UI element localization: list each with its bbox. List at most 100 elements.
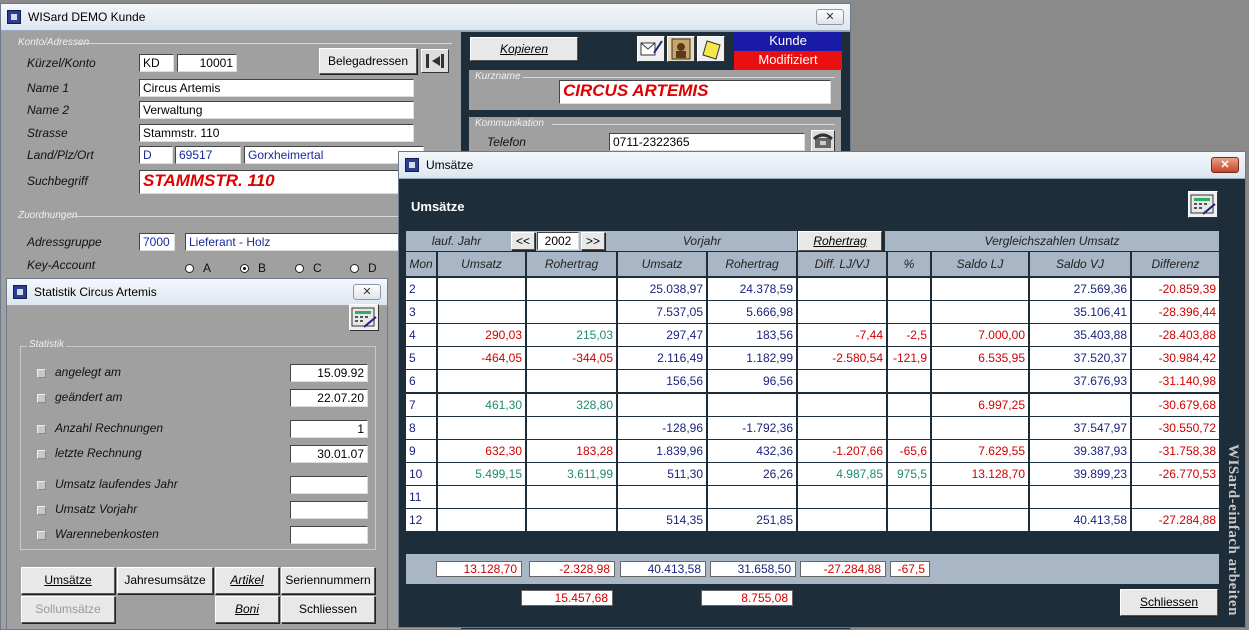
stat-row-checkbox[interactable] bbox=[37, 394, 46, 403]
grid-cell: 328,80 bbox=[527, 393, 616, 416]
seriennummern-button[interactable]: Seriennummern bbox=[281, 567, 375, 594]
column-header: Saldo LJ bbox=[932, 252, 1028, 276]
belegadressen-button[interactable]: Belegadressen bbox=[319, 48, 417, 74]
main-close-button[interactable]: ✕ bbox=[816, 9, 844, 25]
arrow-transfer-icon[interactable] bbox=[421, 49, 449, 73]
grid-cell: 3.611,99 bbox=[527, 462, 616, 485]
konto-field[interactable]: 10001 bbox=[177, 54, 237, 72]
stat-row-value[interactable] bbox=[290, 526, 368, 544]
kuerzel-field[interactable]: KD bbox=[139, 54, 174, 72]
grid-cell: 215,03 bbox=[527, 324, 616, 347]
stat-schliessen-button[interactable]: Schliessen bbox=[281, 596, 375, 623]
stat-row-checkbox[interactable] bbox=[37, 506, 46, 515]
grid-cell: 35.403,88 bbox=[1030, 324, 1130, 347]
kurzname-field[interactable]: CIRCUS ARTEMIS bbox=[559, 80, 831, 104]
umsatz-window: Umsätze ✕ Umsätze lauf. Jahr << 2002 >> … bbox=[398, 151, 1246, 628]
key-account-radio-a[interactable] bbox=[185, 264, 194, 273]
land-field[interactable]: D bbox=[139, 146, 173, 164]
calculator-icon[interactable] bbox=[349, 304, 379, 331]
grid-cell bbox=[932, 509, 1028, 531]
land-label: Land/Plz/Ort bbox=[27, 148, 94, 162]
column-header: Diff. LJ/VJ bbox=[798, 252, 886, 276]
stat-row-checkbox[interactable] bbox=[37, 369, 46, 378]
next-year-button[interactable]: >> bbox=[581, 232, 605, 250]
main-titlebar[interactable]: WISard DEMO Kunde ✕ bbox=[1, 4, 850, 31]
jahresumsaetze-button[interactable]: Jahresumsätze bbox=[117, 567, 213, 594]
prev-year-button[interactable]: << bbox=[511, 232, 535, 250]
stat-titlebar[interactable]: Statistik Circus Artemis ✕ bbox=[7, 279, 387, 306]
stat-row-checkbox[interactable] bbox=[37, 481, 46, 490]
column-header: Umsatz bbox=[618, 252, 706, 276]
grid-cell bbox=[1132, 485, 1219, 508]
rohertrag-btn-label: Rohertrag bbox=[813, 234, 867, 248]
umsaetze-button[interactable]: Umsätze bbox=[21, 567, 115, 594]
grid-cell bbox=[618, 485, 706, 508]
ort-field[interactable]: Gorxheimertal bbox=[244, 146, 424, 164]
umsatz-schliessen-button[interactable]: Schliessen bbox=[1120, 589, 1218, 616]
umsatz-calculator-icon[interactable] bbox=[1188, 191, 1218, 218]
note-icon[interactable] bbox=[697, 36, 725, 62]
grid-cell: 96,56 bbox=[708, 370, 796, 393]
grid-cell: 1.839,96 bbox=[618, 439, 706, 462]
sollumsaetze-label: Sollumsätze bbox=[35, 602, 101, 616]
stat-row-value[interactable] bbox=[290, 476, 368, 494]
grid-cell bbox=[798, 370, 886, 393]
grid-cell: -31.140,98 bbox=[1132, 370, 1219, 393]
grid-cell: 24.378,59 bbox=[708, 278, 796, 300]
grid-cell: 5.499,15 bbox=[438, 462, 525, 485]
rohertrag-button[interactable]: Rohertrag bbox=[798, 231, 882, 251]
grid-cell bbox=[888, 416, 930, 439]
stat-row-label: geändert am bbox=[55, 390, 123, 404]
stat-row-value[interactable]: 15.09.92 bbox=[290, 364, 368, 382]
key-account-option-c: C bbox=[313, 261, 322, 275]
stat-row-value[interactable] bbox=[290, 501, 368, 519]
stat-row-checkbox[interactable] bbox=[37, 425, 46, 434]
stat-close-button[interactable]: ✕ bbox=[353, 284, 381, 300]
stat-section-label: Statistik bbox=[27, 339, 67, 350]
strasse-field[interactable]: Stammstr. 110 bbox=[139, 124, 414, 142]
adressgruppe-code-field[interactable]: 7000 bbox=[139, 233, 175, 251]
grid-cell bbox=[527, 509, 616, 531]
stat-row-value[interactable]: 1 bbox=[290, 420, 368, 438]
side-slogan: WISard-einfach arbeiten bbox=[1225, 444, 1241, 616]
name1-field[interactable]: Circus Artemis bbox=[139, 79, 414, 97]
stat-row-value[interactable]: 22.07.20 bbox=[290, 389, 368, 407]
key-account-radio-d[interactable] bbox=[350, 264, 359, 273]
umsatz-titlebar[interactable]: Umsätze ✕ bbox=[399, 152, 1245, 179]
umsatz-close-button[interactable]: ✕ bbox=[1211, 157, 1239, 173]
letter-icon[interactable] bbox=[637, 36, 665, 62]
grid-cell bbox=[438, 301, 525, 324]
grid-cell bbox=[888, 485, 930, 508]
total-cell: -2.328,98 bbox=[529, 561, 615, 577]
kopieren-button[interactable]: Kopieren bbox=[470, 37, 578, 61]
adressgruppe-name-field[interactable]: Lieferant - Holz bbox=[185, 233, 420, 251]
stat-row-value[interactable]: 30.01.07 bbox=[290, 445, 368, 463]
stat-row-checkbox[interactable] bbox=[37, 531, 46, 540]
grid-cell: -1.207,66 bbox=[798, 439, 886, 462]
grid-cell: -30.679,68 bbox=[1132, 393, 1219, 416]
portrait-icon[interactable] bbox=[667, 36, 695, 62]
artikel-button[interactable]: Artikel bbox=[215, 567, 279, 594]
grid-cell: 183,28 bbox=[527, 439, 616, 462]
grid-cell: -344,05 bbox=[527, 347, 616, 370]
key-account-radio-c[interactable] bbox=[295, 264, 304, 273]
stat-row-checkbox[interactable] bbox=[37, 450, 46, 459]
telefon-field[interactable]: 0711-2322365 bbox=[609, 133, 805, 151]
boni-button[interactable]: Boni bbox=[215, 596, 279, 623]
grid-cell bbox=[527, 278, 616, 300]
grid-cell: -30.984,42 bbox=[1132, 347, 1219, 370]
group-header-vorjahr: Vorjahr bbox=[607, 231, 797, 251]
stat-row-label: Umsatz Vorjahr bbox=[55, 502, 138, 516]
year-field[interactable]: 2002 bbox=[537, 232, 579, 250]
name2-field[interactable]: Verwaltung bbox=[139, 101, 414, 119]
grid-cell: 290,03 bbox=[438, 324, 525, 347]
key-account-radio-b[interactable] bbox=[240, 264, 249, 273]
stat-row-label: Warennebenkosten bbox=[55, 527, 159, 541]
sollumsaetze-button[interactable]: Sollumsätze bbox=[21, 596, 115, 623]
stat-window: Statistik Circus Artemis ✕ Statistik ang… bbox=[6, 278, 388, 630]
suchbegriff-field[interactable]: STAMMSTR. 110 bbox=[139, 170, 414, 194]
key-account-label: Key-Account bbox=[27, 258, 96, 272]
grid-cell: 27.569,36 bbox=[1030, 278, 1130, 300]
plz-field[interactable]: 69517 bbox=[175, 146, 241, 164]
phone-icon[interactable] bbox=[811, 130, 835, 152]
